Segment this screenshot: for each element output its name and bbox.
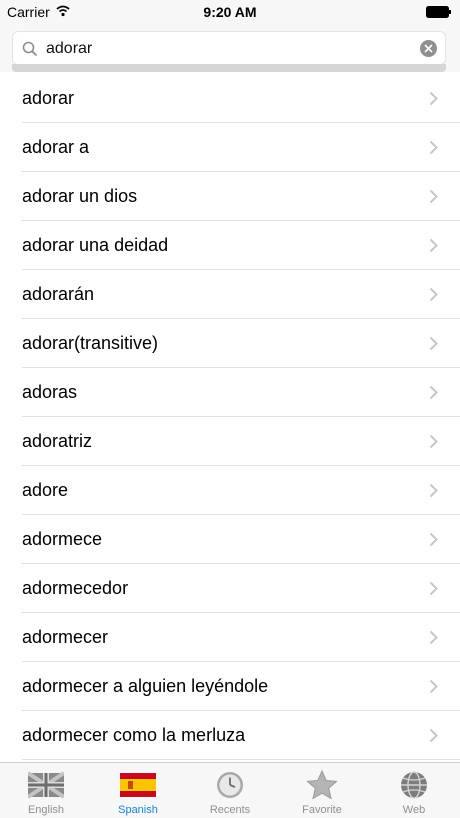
tab-favorite[interactable]: Favorite [276, 763, 368, 818]
clock-icon [217, 772, 243, 798]
list-item-label: adore [22, 480, 69, 500]
search-bar-shadow [12, 64, 446, 72]
list-item-label: adorar(transitive) [22, 333, 159, 353]
chevron-right-icon [429, 336, 438, 351]
list-item-label: adorar un dios [22, 186, 138, 206]
list-item[interactable]: adormecer [0, 613, 460, 662]
search-icon [22, 41, 38, 57]
list-item[interactable]: adorar una deidad [0, 221, 460, 270]
star-icon [306, 770, 338, 800]
chevron-right-icon [429, 434, 438, 449]
list-item-label: adorar [22, 88, 75, 108]
list-item[interactable]: adormecedor [0, 564, 460, 613]
status-bar: Carrier 9:20 AM [0, 0, 460, 24]
status-time: 9:20 AM [203, 4, 257, 20]
chevron-right-icon [429, 728, 438, 743]
chevron-right-icon [429, 385, 438, 400]
globe-icon [401, 771, 427, 799]
list-item-label: adormecer como la merluza [22, 725, 246, 745]
spain-flag-icon [120, 773, 156, 797]
list-item[interactable]: adoratriz [0, 417, 460, 466]
chevron-right-icon [429, 679, 438, 694]
list-item[interactable]: adorarán [0, 270, 460, 319]
list-item-label: adorar a [22, 137, 90, 157]
tab-web-label: Web [402, 804, 426, 816]
list-item-label: adoras [22, 382, 78, 402]
list-item-label: adoratriz [22, 431, 93, 451]
row-separator [22, 759, 460, 760]
list-item[interactable]: adorar a [0, 123, 460, 172]
search-input[interactable]: adorar [12, 31, 446, 65]
tab-spanish-label: Spanish [118, 804, 158, 816]
list-item[interactable]: adore [0, 466, 460, 515]
list-item[interactable]: adormecer a alguien leyéndole [0, 662, 460, 711]
chevron-right-icon [429, 581, 438, 596]
results-list: adorar adorar a adorar un dios adorar una d… [0, 74, 460, 760]
list-item[interactable]: adorar [0, 74, 460, 123]
list-item-label: adormecer a alguien leyéndole [22, 676, 269, 696]
tab-recents[interactable]: Recents [184, 763, 276, 818]
search-query-text[interactable]: adorar [46, 40, 92, 58]
list-item-label: adormecer [22, 627, 109, 647]
list-item-label: adorarán [22, 284, 95, 304]
chevron-right-icon [429, 287, 438, 302]
tab-spanish[interactable]: Spanish [92, 763, 184, 818]
list-item-label: adormecedor [22, 578, 129, 598]
chevron-right-icon [429, 238, 438, 253]
tab-favorite-label: Favorite [302, 804, 342, 816]
list-item[interactable]: adorar un dios [0, 172, 460, 221]
battery-icon [426, 6, 451, 18]
chevron-right-icon [429, 189, 438, 204]
tab-bar: English Spanish Recents Favorite Web [0, 762, 460, 818]
tab-english-label: English [27, 804, 65, 816]
chevron-right-icon [429, 630, 438, 645]
tab-web[interactable]: Web [368, 763, 460, 818]
chevron-right-icon [429, 91, 438, 106]
tab-english[interactable]: English [0, 763, 92, 818]
clear-search-button[interactable] [420, 40, 437, 57]
chevron-right-icon [429, 532, 438, 547]
uk-flag-icon [28, 771, 64, 799]
list-item[interactable]: adormecer como la merluza [0, 711, 460, 760]
tab-recents-label: Recents [209, 804, 251, 816]
list-item[interactable]: adoras [0, 368, 460, 417]
list-item[interactable]: adorar(transitive) [0, 319, 460, 368]
chevron-right-icon [429, 140, 438, 155]
list-item[interactable]: adormece [0, 515, 460, 564]
list-item-label: adormece [22, 529, 103, 549]
close-icon [424, 44, 433, 53]
list-item-label: adorar una deidad [22, 235, 169, 255]
chevron-right-icon [429, 483, 438, 498]
